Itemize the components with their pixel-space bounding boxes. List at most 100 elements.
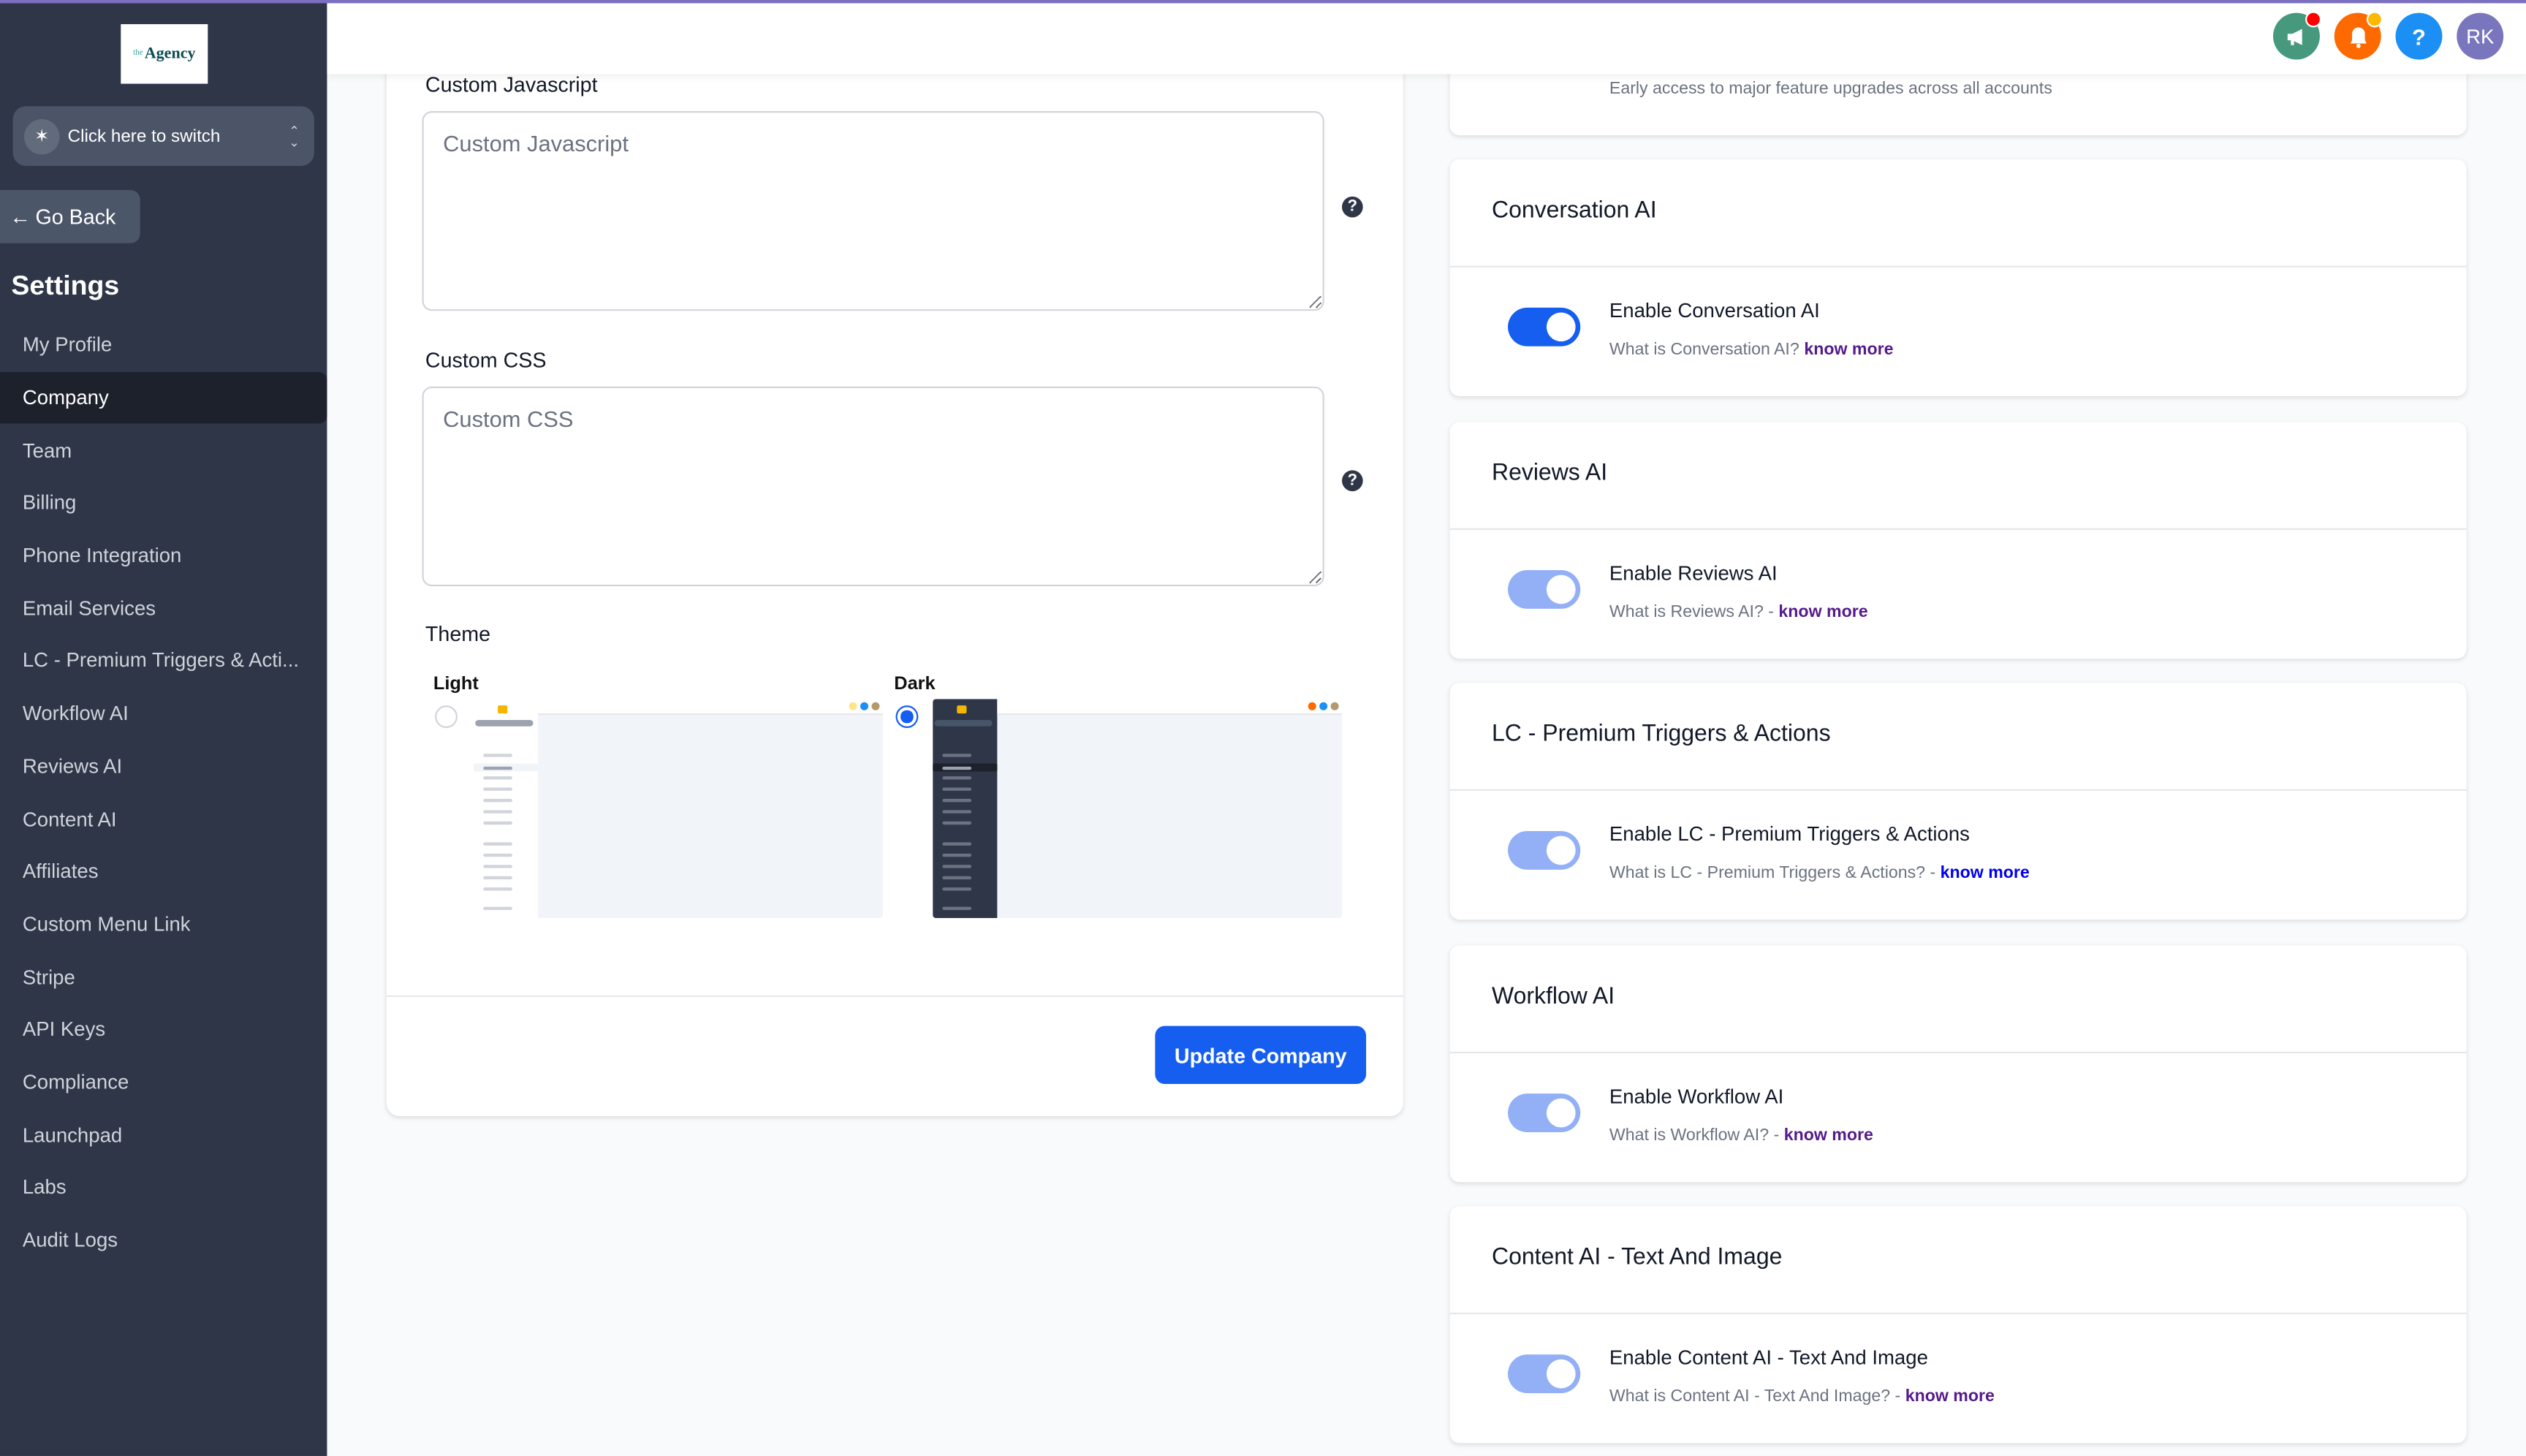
labs-description: Early access to major feature upgrades a… bbox=[1609, 78, 2052, 99]
sidebar-item-billing[interactable]: Billing bbox=[0, 477, 327, 529]
sidebar-item-label: Content AI bbox=[22, 808, 117, 830]
sidebar-item-label: API Keys bbox=[22, 1018, 106, 1042]
preview-dot bbox=[860, 702, 869, 710]
preview-nav-line bbox=[483, 754, 512, 757]
sidebar-item-content-ai[interactable]: Content AI bbox=[0, 793, 327, 846]
custom-css-label: Custom CSS bbox=[425, 347, 547, 373]
help-icon[interactable]: ? bbox=[1342, 196, 1363, 218]
preview-nav-line bbox=[942, 754, 972, 757]
custom-css-input[interactable] bbox=[422, 386, 1324, 587]
feature-toggle[interactable] bbox=[1508, 831, 1581, 870]
sidebar-item-phone-integration[interactable]: Phone Integration bbox=[0, 529, 327, 582]
top-accent-bar bbox=[0, 0, 2526, 4]
know-more-link[interactable]: know more bbox=[1784, 1126, 1873, 1145]
feature-card: Content AI - Text And Image Enable Conten… bbox=[1449, 1206, 2467, 1444]
sidebar-item-audit-logs[interactable]: Audit Logs bbox=[0, 1214, 327, 1267]
feature-question: What is Conversation AI? bbox=[1609, 339, 1799, 360]
preview-nav-line bbox=[483, 766, 512, 770]
card-divider bbox=[386, 995, 1403, 997]
preview-switcher bbox=[475, 719, 534, 727]
go-back-button[interactable]: ← Go Back bbox=[0, 190, 140, 243]
preview-nav-line bbox=[942, 776, 972, 780]
know-more-link[interactable]: know more bbox=[1905, 1387, 1995, 1406]
theme-light-preview[interactable] bbox=[474, 699, 883, 918]
preview-sidebar bbox=[474, 699, 539, 918]
sidebar-item-stripe[interactable]: Stripe bbox=[0, 951, 327, 1004]
preview-nav-line bbox=[483, 821, 512, 825]
preview-nav-line bbox=[483, 906, 512, 910]
sidebar-item-team[interactable]: Team bbox=[0, 424, 327, 477]
toggle-knob bbox=[1546, 1098, 1576, 1128]
agency-logo[interactable]: the Agency bbox=[121, 24, 208, 84]
logo-prefix: the bbox=[133, 50, 143, 58]
preview-nav-line bbox=[942, 810, 972, 814]
settings-title: Settings bbox=[11, 270, 120, 302]
preview-nav-line bbox=[483, 853, 512, 857]
logo-text: Agency bbox=[144, 45, 196, 63]
theme-light-radio[interactable] bbox=[435, 705, 458, 728]
feature-description: What is Reviews AI? - know more bbox=[1609, 602, 1868, 621]
sidebar-item-compliance[interactable]: Compliance bbox=[0, 1056, 327, 1109]
theme-light-label: Light bbox=[433, 675, 479, 694]
sidebar-item-workflow-ai[interactable]: Workflow AI bbox=[0, 687, 327, 740]
help-icon[interactable]: ? bbox=[1342, 470, 1363, 492]
theme-dark-label: Dark bbox=[894, 675, 936, 694]
toggle-knob bbox=[1546, 312, 1576, 342]
sidebar-item-label: Launchpad bbox=[22, 1123, 123, 1147]
feature-toggle[interactable] bbox=[1508, 570, 1581, 609]
sidebar-item-affiliates[interactable]: Affiliates bbox=[0, 846, 327, 898]
sidebar-item-company[interactable]: Company bbox=[0, 371, 327, 425]
sidebar-item-reviews-ai[interactable]: Reviews AI bbox=[0, 740, 327, 793]
sidebar-item-email-services[interactable]: Email Services bbox=[0, 582, 327, 634]
preview-nav-line bbox=[942, 821, 972, 825]
feature-card-title: Workflow AI bbox=[1491, 984, 1615, 1010]
go-back-label: Go Back bbox=[35, 204, 116, 229]
sidebar-item-custom-menu-link[interactable]: Custom Menu Link bbox=[0, 898, 327, 951]
feature-enable-label: Enable Workflow AI bbox=[1609, 1085, 1784, 1109]
know-more-link[interactable]: know more bbox=[1804, 340, 1893, 359]
theme-label: Theme bbox=[425, 621, 491, 646]
feature-card: Workflow AI Enable Workflow AI What is Wor… bbox=[1449, 945, 2467, 1183]
megaphone-icon[interactable] bbox=[2272, 11, 2322, 60]
company-form-card: Custom Javascript ? Custom CSS ? Theme L… bbox=[386, 32, 1403, 1117]
theme-dark-radio[interactable] bbox=[895, 705, 919, 728]
preview-sidebar bbox=[933, 699, 998, 918]
settings-nav: My Profile Company Team Billing Phone Integr… bbox=[0, 319, 327, 1266]
help-icon[interactable]: ? bbox=[2395, 12, 2443, 60]
preview-dot bbox=[1308, 702, 1316, 710]
know-more-link[interactable]: know more bbox=[1941, 863, 2030, 882]
custom-js-label: Custom Javascript bbox=[425, 72, 598, 97]
custom-js-input[interactable] bbox=[422, 111, 1324, 311]
sidebar-item-my-profile[interactable]: My Profile bbox=[0, 319, 327, 371]
sidebar-item-label: Custom Menu Link bbox=[22, 913, 191, 936]
preview-switcher bbox=[934, 719, 993, 727]
feature-toggle[interactable] bbox=[1508, 1093, 1581, 1133]
sidebar-item-label: Affiliates bbox=[22, 860, 99, 883]
feature-card-title: Content AI - Text And Image bbox=[1491, 1245, 1783, 1271]
update-company-button[interactable]: Update Company bbox=[1155, 1025, 1367, 1084]
preview-dot bbox=[849, 702, 857, 710]
preview-nav-line bbox=[483, 842, 512, 846]
preview-nav-line bbox=[942, 865, 972, 868]
sidebar-item-label: Team bbox=[22, 439, 72, 462]
bell-icon[interactable] bbox=[2334, 11, 2383, 60]
know-more-link[interactable]: know more bbox=[1778, 602, 1867, 621]
sidebar-item-label: Billing bbox=[22, 491, 77, 515]
account-switcher[interactable]: ✶ Click here to switch ⌃ ⌄ bbox=[12, 106, 314, 166]
user-avatar[interactable]: RK bbox=[2457, 12, 2504, 60]
sidebar-item-label: Audit Logs bbox=[22, 1229, 118, 1252]
preview-nav-line bbox=[483, 787, 512, 791]
preview-nav-line bbox=[483, 810, 512, 814]
feature-toggle[interactable] bbox=[1508, 1354, 1581, 1394]
theme-dark-preview[interactable] bbox=[933, 699, 1343, 918]
feature-question: What is Reviews AI? bbox=[1609, 602, 1764, 622]
notification-badge bbox=[2366, 11, 2383, 28]
sidebar-item-label: Company bbox=[22, 386, 109, 409]
sidebar-item-api-keys[interactable]: API Keys bbox=[0, 1004, 327, 1056]
sidebar-item-lc-premium-triggers-acti[interactable]: LC - Premium Triggers & Acti... bbox=[0, 634, 327, 687]
sidebar-item-labs[interactable]: Labs bbox=[0, 1161, 327, 1214]
feature-toggle[interactable] bbox=[1508, 307, 1581, 346]
sidebar-item-label: Compliance bbox=[22, 1071, 129, 1094]
app-window: the Agency ✶ Click here to switch ⌃ ⌄ ← Go… bbox=[0, 0, 2526, 1456]
sidebar-item-launchpad[interactable]: Launchpad bbox=[0, 1109, 327, 1161]
